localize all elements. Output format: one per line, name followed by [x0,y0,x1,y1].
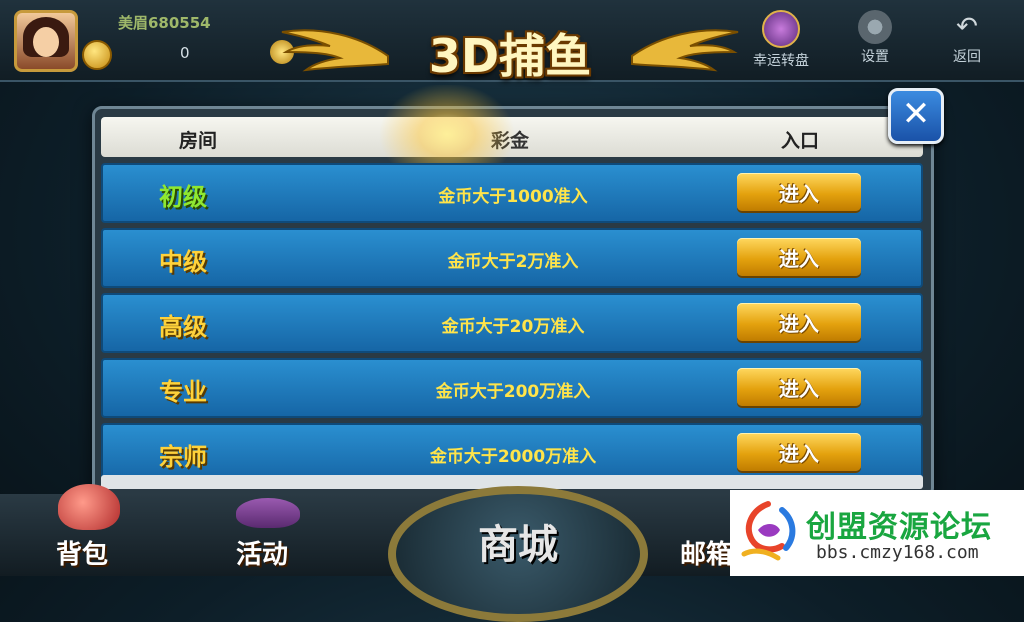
back-button[interactable]: ↶ 返回 [932,10,1002,66]
lucky-wheel-icon [762,10,800,48]
lucky-wheel-button[interactable]: 幸运转盘 [746,10,816,70]
header-entry: 入口 [781,130,820,152]
enter-button-professional[interactable]: 进入 [737,368,861,406]
room-row-master: 宗师 金币大于2000万准入 进入 [101,423,923,483]
forum-logo-icon [741,501,796,561]
avatar-face [33,27,59,57]
room-name: 初级 [159,183,207,211]
header-room: 房间 [179,130,218,152]
room-name: 专业 [159,378,207,406]
room-row-intermediate: 中级 金币大于2万准入 进入 [101,228,923,288]
coin-icon [82,40,112,70]
room-name: 中级 [159,248,207,276]
close-button[interactable]: ✕ [888,88,944,144]
room-select-panel: 房间 彩金 入口 初级 金币大于1000准入 进入 中级 金币大于2万准入 进入… [92,85,934,498]
room-requirement: 金币大于200万准入 [435,382,591,402]
enter-button-beginner[interactable]: 进入 [737,173,861,211]
shop-button[interactable]: 商城 [388,486,648,622]
room-requirement: 金币大于2000万准入 [429,447,597,467]
room-row-professional: 专业 金币大于200万准入 进入 [101,358,923,418]
settings-button[interactable]: 设置 [840,10,910,66]
enter-button-intermediate[interactable]: 进入 [737,238,861,276]
room-requirement: 金币大于1000准入 [438,187,588,207]
room-row-advanced: 高级 金币大于20万准入 进入 [101,293,923,353]
close-icon: ✕ [901,94,931,134]
room-name: 高级 [159,313,207,341]
watermark-url: bbs.cmzy168.com [816,542,979,563]
room-row-beginner: 初级 金币大于1000准入 进入 [101,163,923,223]
bag-button[interactable]: 背包 [56,534,108,571]
mail-button[interactable]: 邮箱 [680,534,732,571]
game-title: 3D捕鱼 [428,29,592,83]
room-requirement: 金币大于2万准入 [447,252,579,272]
activity-button[interactable]: 活动 [236,534,288,571]
room-requirement: 金币大于20万准入 [441,317,585,337]
left-wing-icon [281,29,389,72]
player-avatar[interactable] [14,10,78,72]
watermark-title: 创盟资源论坛 [806,510,992,545]
back-arrow-icon: ↶ [956,12,978,42]
watermark: 创盟资源论坛 bbs.cmzy168.com [730,490,1024,576]
enter-button-advanced[interactable]: 进入 [737,303,861,341]
settings-label: 设置 [861,49,889,65]
title-banner: 3D捕鱼 [280,14,740,94]
enter-button-master[interactable]: 进入 [737,433,861,471]
lucky-wheel-label: 幸运转盘 [753,53,809,69]
back-label: 返回 [953,49,981,65]
room-name: 宗师 [159,443,207,471]
right-wing-icon [631,29,739,72]
shop-label: 商城 [478,522,558,568]
coin-amount: 0 [180,44,190,62]
mask-icon [236,498,300,528]
player-name: 美眉680554 [118,14,211,32]
room-list: 初级 金币大于1000准入 进入 中级 金币大于2万准入 进入 高级 金币大于2… [101,163,923,488]
table-header: 房间 彩金 入口 [101,117,923,157]
bag-icon [58,484,120,530]
gear-icon [858,10,892,44]
header-prize: 彩金 [491,130,530,152]
